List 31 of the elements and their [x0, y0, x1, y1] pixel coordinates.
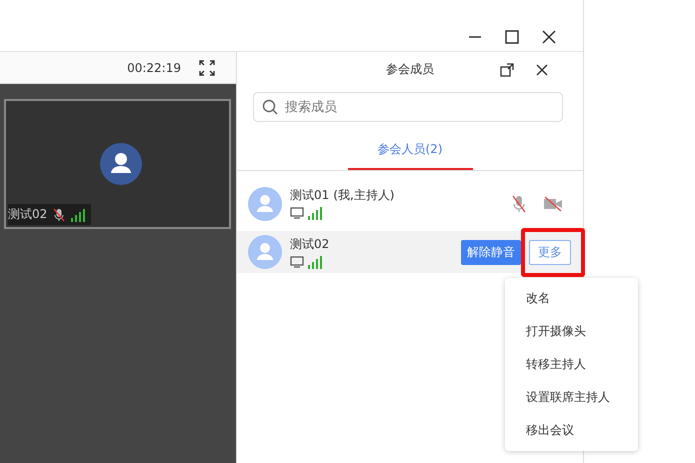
menu-item[interactable]: 设置联席主持人 — [505, 381, 638, 414]
video-tile[interactable]: 测试02 — [4, 99, 231, 229]
muted-mic-icon[interactable] — [511, 194, 527, 212]
member-role: (我,主持人) — [333, 187, 394, 204]
user-avatar-icon — [248, 235, 282, 269]
signal-icon — [308, 206, 322, 220]
maximize-icon[interactable] — [505, 30, 519, 44]
member-name: 测试01 — [290, 187, 330, 204]
tab[interactable]: 参会人员(2) — [348, 135, 472, 170]
member-name: 测试02 — [290, 236, 330, 252]
menu-item[interactable]: 转移主持人 — [505, 348, 638, 381]
popout-icon[interactable] — [500, 63, 514, 77]
unmute-button[interactable]: 解除静音 — [461, 240, 521, 264]
monitor-icon — [290, 256, 304, 268]
participant-name: 测试02 — [8, 206, 48, 223]
menu-item[interactable]: 改名 — [505, 282, 638, 315]
signal-icon — [71, 208, 86, 222]
call-timer: 00:22:19 — [127, 60, 181, 74]
panel-title: 参会成员 — [386, 60, 434, 78]
menu-item[interactable]: 移出会议 — [505, 414, 638, 447]
menu-item[interactable]: 打开摄像头 — [505, 315, 638, 348]
close-icon[interactable] — [542, 30, 556, 44]
fullscreen-icon[interactable] — [199, 60, 215, 76]
search-field[interactable]: 搜索成员 — [253, 92, 563, 122]
camera-off-icon[interactable] — [543, 196, 563, 212]
monitor-icon — [290, 207, 304, 219]
signal-icon — [308, 254, 322, 268]
user-avatar-icon — [248, 186, 282, 220]
member-row[interactable]: 测试01 (我,主持人) — [237, 178, 583, 229]
close-icon[interactable] — [536, 64, 548, 76]
user-avatar-icon — [100, 143, 142, 185]
